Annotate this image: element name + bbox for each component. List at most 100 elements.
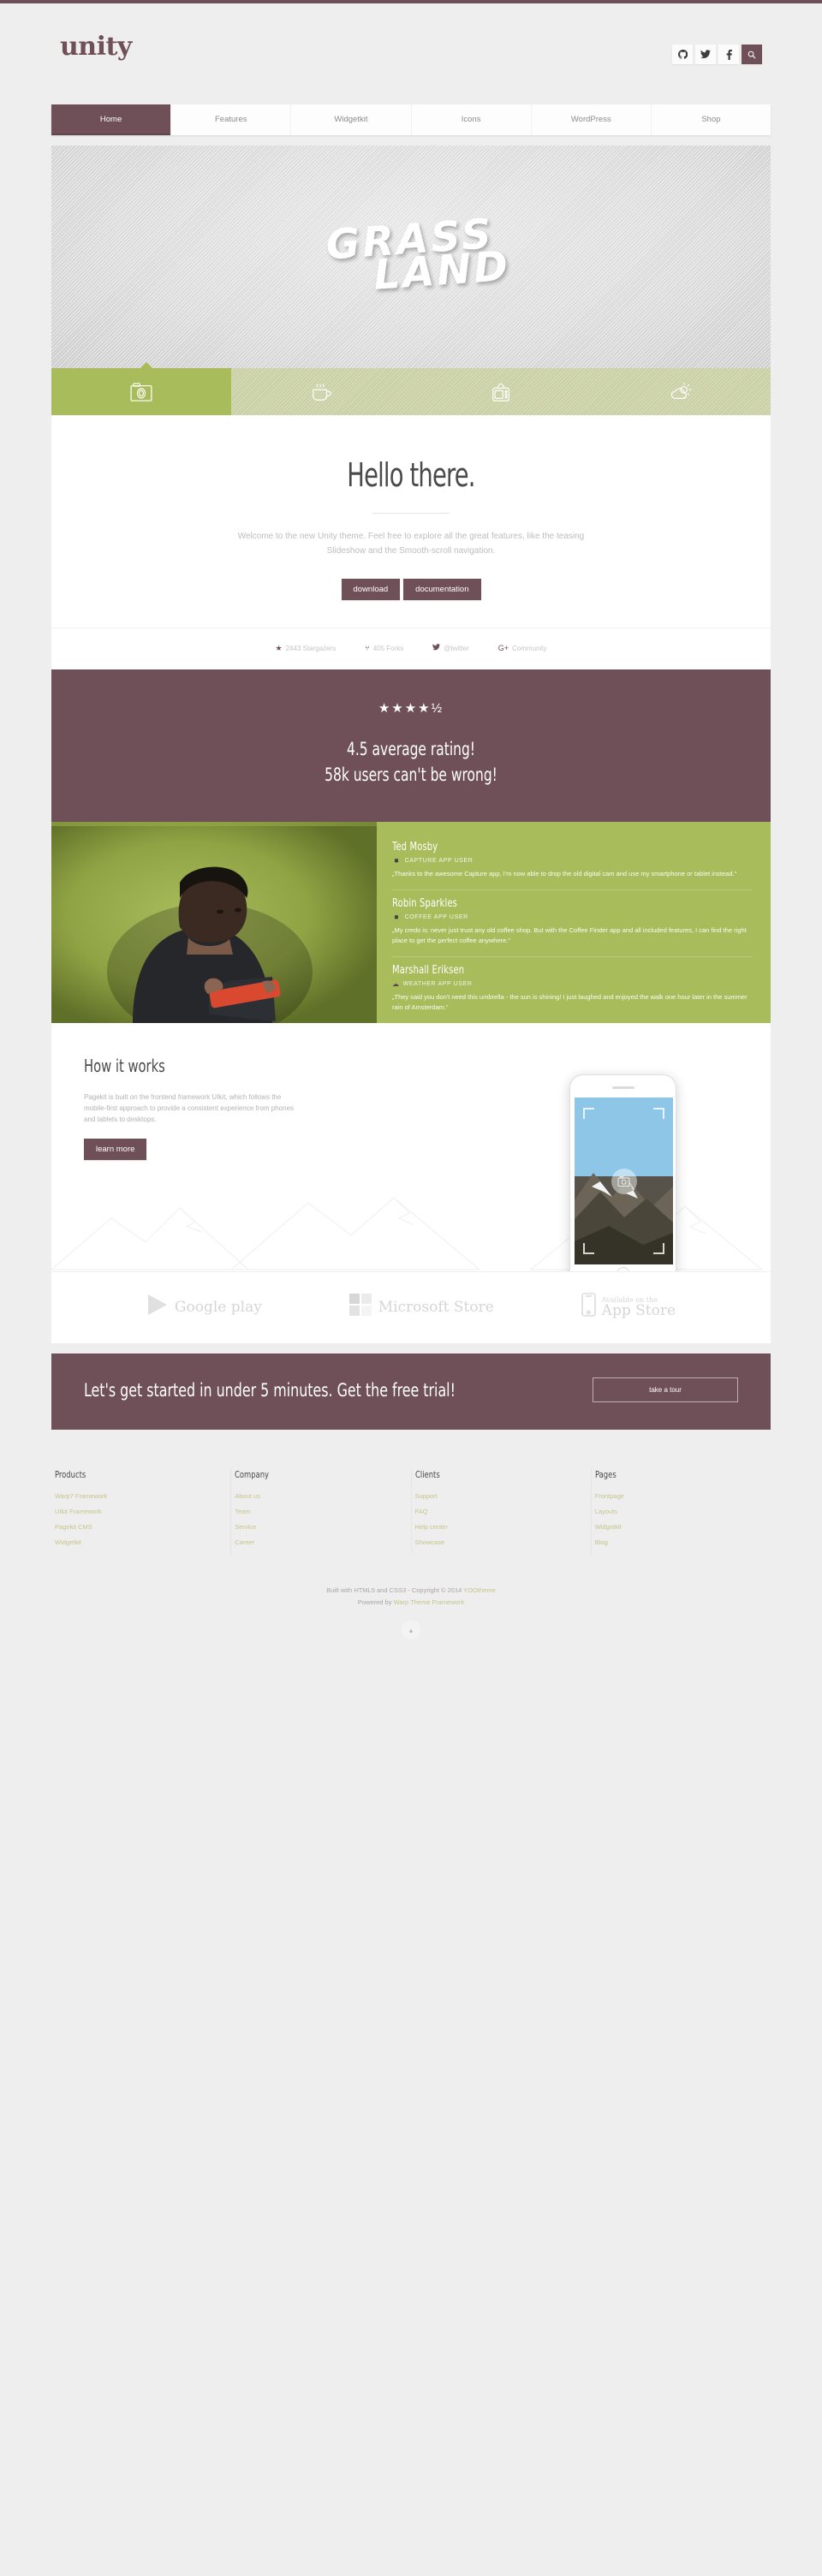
social-links	[672, 45, 762, 64]
site-footer: Products Warp7 Framework UIkit Framework…	[51, 1430, 771, 1639]
how-it-works-section: How it works Pagekit is built on the fro…	[51, 1023, 771, 1271]
footer-link[interactable]: Team	[235, 1508, 410, 1515]
app-store-badges: Google play Microsoft Store Available on…	[51, 1271, 771, 1343]
footer-link[interactable]: Help center	[415, 1523, 591, 1531]
facebook-icon[interactable]	[718, 45, 739, 64]
stat-twitter[interactable]: @twitter	[432, 644, 469, 652]
focus-bracket-icon	[583, 1243, 594, 1254]
footer-column-title: Company	[235, 1469, 270, 1480]
slideshow-tabs	[51, 362, 771, 415]
footer-link[interactable]: FAQ	[415, 1508, 591, 1515]
hero-slideshow[interactable]: GRASS LAND	[51, 146, 771, 368]
hero-graffiti-text: GRASS LAND	[311, 210, 512, 300]
person-illustration	[51, 826, 377, 1023]
camera-icon[interactable]	[611, 1168, 637, 1194]
testimonial-card: Marshall Eriksen ☁ WEATHER APP USER „The…	[392, 957, 752, 1023]
microsoft-store-badge[interactable]: Microsoft Store	[348, 1293, 494, 1321]
copyright-text: Built with HTML5 and CSS3 - Copyright © …	[326, 1586, 464, 1594]
testimonial-role-label: WEATHER APP USER	[402, 981, 473, 987]
copyright: Built with HTML5 and CSS3 - Copyright © …	[51, 1585, 771, 1609]
nav-item-widgetkit[interactable]: Widgetkit	[291, 104, 412, 135]
store-label: Google play	[174, 1298, 262, 1316]
active-tab-arrow	[140, 362, 153, 369]
stat-stargazers[interactable]: ★ 2443 Stargazers	[276, 644, 337, 652]
powered-text: Powered by	[357, 1598, 394, 1606]
footer-column-clients: Clients Support FAQ Help center Showcase	[412, 1469, 592, 1554]
testimonial-role: ◾ CAPTURE APP USER	[392, 857, 752, 865]
camera-icon[interactable]	[51, 368, 231, 415]
app-store-badge[interactable]: Available on the App Store	[581, 1293, 676, 1321]
coffee-icon[interactable]	[231, 368, 411, 415]
stat-forks[interactable]: ⑂ 405 Forks	[365, 644, 403, 652]
camera-icon: ◾	[392, 857, 402, 865]
footer-link[interactable]: Career	[235, 1538, 410, 1546]
footer-link[interactable]: Widgetkit	[55, 1538, 230, 1546]
google-play-badge[interactable]: Google play	[146, 1293, 262, 1321]
section-title: How it works	[84, 1056, 165, 1076]
footer-link[interactable]: Pagekit CMS	[55, 1523, 230, 1531]
footer-link[interactable]: About us	[235, 1492, 410, 1500]
testimonial-quote: „Thanks to the awesome Capture app, I'm …	[392, 870, 737, 878]
github-icon[interactable]	[672, 45, 693, 64]
rating-line-1: 4.5 average rating!	[346, 739, 475, 759]
site-logo[interactable]: unity	[60, 32, 132, 62]
nav-item-features[interactable]: Features	[171, 104, 292, 135]
footer-link[interactable]: Support	[415, 1492, 591, 1500]
focus-bracket-icon	[653, 1108, 664, 1119]
footer-link[interactable]: Showcase	[415, 1538, 591, 1546]
footer-link[interactable]: Blog	[595, 1538, 771, 1546]
twitter-icon[interactable]	[695, 45, 716, 64]
nav-item-wordpress[interactable]: WordPress	[532, 104, 652, 135]
stat-community[interactable]: G+ Community	[498, 644, 547, 652]
site-header: unity	[0, 3, 822, 104]
warp-framework-link[interactable]: Warp Theme Framework	[394, 1598, 465, 1606]
intro-section: Hello there. Welcome to the new Unity th…	[51, 415, 771, 628]
store-label-stack: Available on the App Store	[602, 1296, 676, 1318]
google-plus-icon: G+	[497, 643, 509, 652]
cta-section: Let's get started in under 5 minutes. Ge…	[51, 1353, 771, 1430]
testimonial-name: Ted Mosby	[392, 841, 438, 854]
footer-link[interactable]: Service	[235, 1523, 410, 1531]
store-label: Microsoft Store	[378, 1298, 494, 1316]
footer-link[interactable]: Frontpage	[595, 1492, 771, 1500]
footer-column-title: Clients	[414, 1469, 440, 1480]
nav-item-home[interactable]: Home	[51, 104, 172, 135]
search-icon[interactable]	[742, 45, 762, 64]
footer-column-company: Company About us Team Service Career	[231, 1469, 412, 1554]
documentation-button[interactable]: documentation	[403, 579, 481, 600]
cta-title: Let's get started in under 5 minutes. Ge…	[84, 1379, 456, 1401]
tv-icon[interactable]	[411, 368, 591, 415]
stat-label: 405 Forks	[372, 644, 404, 652]
footer-link[interactable]: Widgetkit	[595, 1523, 771, 1531]
nav-item-icons[interactable]: Icons	[412, 104, 532, 135]
learn-more-button[interactable]: learn more	[84, 1139, 147, 1160]
stat-label: 2443 Stargazers	[285, 644, 337, 652]
testimonial-quote: „My credo is: never just trust any old c…	[392, 926, 747, 944]
nav-item-shop[interactable]: Shop	[652, 104, 771, 135]
download-button[interactable]: download	[341, 579, 401, 600]
testimonial-quote: „They said you don't need this umbrella …	[392, 993, 748, 1011]
weather-icon[interactable]	[591, 368, 771, 415]
take-a-tour-button[interactable]: take a tour	[593, 1377, 738, 1402]
phone-speaker	[611, 1086, 634, 1089]
testimonials-section: Ted Mosby ◾ CAPTURE APP USER „Thanks to …	[51, 822, 771, 1023]
testimonial-role-label: COFFEE APP USER	[404, 914, 468, 920]
coffee-icon: ◾	[392, 913, 402, 921]
footer-columns: Products Warp7 Framework UIkit Framework…	[51, 1469, 771, 1554]
footer-column-pages: Pages Frontpage Layouts Widgetkit Blog	[592, 1469, 771, 1554]
yootheme-link[interactable]: YOOtheme	[463, 1586, 496, 1594]
stat-label: Community	[512, 644, 547, 652]
footer-link[interactable]: UIkit Framework	[55, 1508, 230, 1515]
cloud-icon: ☁	[392, 980, 400, 988]
focus-bracket-icon	[583, 1108, 594, 1119]
phone-mockup	[569, 1074, 676, 1271]
footer-link[interactable]: Layouts	[595, 1508, 771, 1515]
testimonial-role: ☁ WEATHER APP USER	[392, 980, 752, 988]
section-body: Pagekit is built on the frontend framewo…	[84, 1093, 295, 1123]
back-to-top-button[interactable]: ▴	[402, 1621, 420, 1639]
footer-link[interactable]: Warp7 Framework	[55, 1492, 230, 1500]
phone-home-button[interactable]	[616, 1267, 630, 1271]
intro-buttons: download documentation	[51, 579, 771, 600]
testimonial-card: Robin Sparkles ◾ COFFEE APP USER „My cre…	[392, 890, 752, 957]
testimonial-role: ◾ COFFEE APP USER	[392, 913, 752, 921]
